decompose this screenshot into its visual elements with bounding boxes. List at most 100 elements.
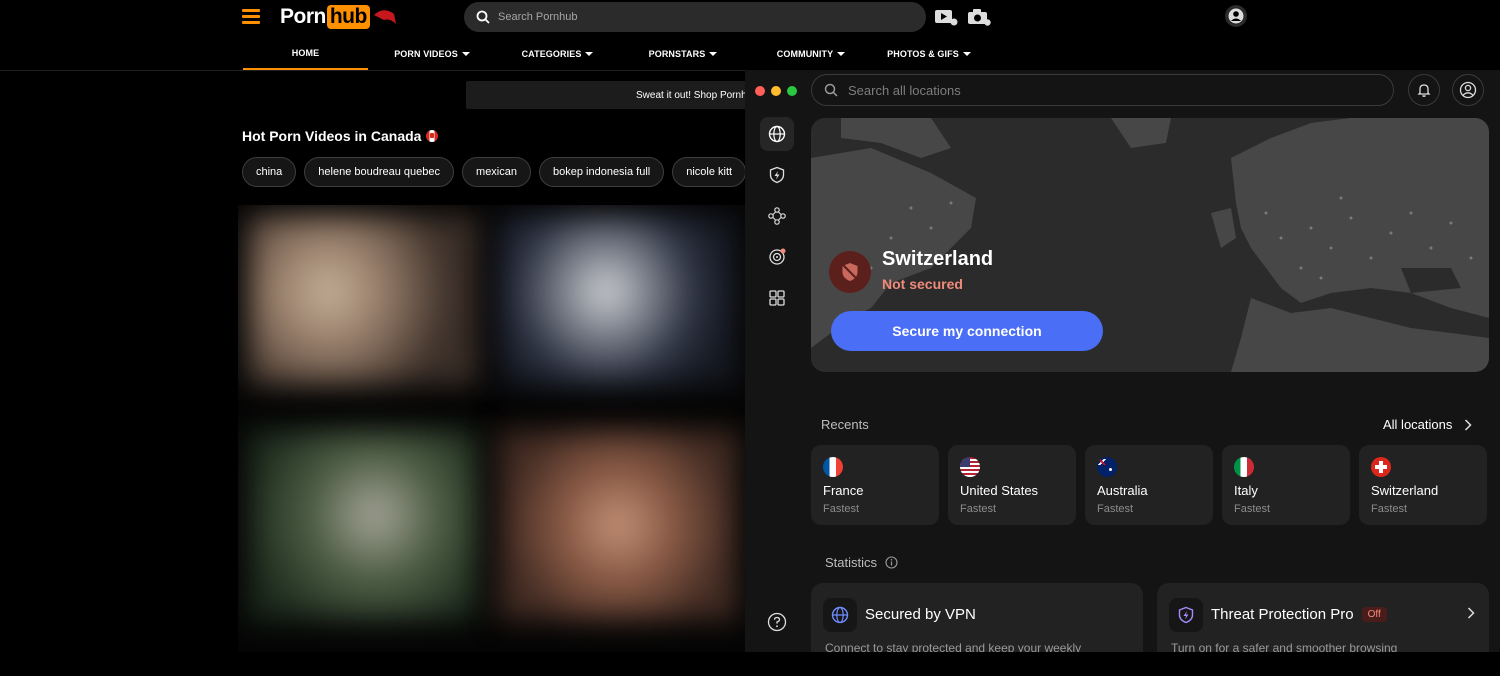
logo-mark-icon <box>373 10 396 24</box>
search-icon <box>824 83 838 97</box>
all-locations-link[interactable]: All locations <box>1383 417 1472 432</box>
recent-location-card[interactable]: France Fastest <box>811 445 939 525</box>
recent-location-name: France <box>823 483 864 498</box>
off-badge: Off <box>1361 607 1387 622</box>
recent-location-card[interactable]: United States Fastest <box>948 445 1076 525</box>
secure-connection-button[interactable]: Secure my connection <box>831 311 1103 351</box>
site-search-bar[interactable]: Search Pornhub <box>464 2 926 32</box>
chip[interactable]: nicole kitt <box>672 157 747 187</box>
video-thumbnail[interactable] <box>498 215 738 385</box>
camera-upload-icon[interactable] <box>967 7 991 27</box>
section-title: Hot Porn Videos in Canada <box>242 128 439 144</box>
recent-location-sub: Fastest <box>823 503 860 515</box>
caret-down-icon <box>962 52 971 56</box>
video-thumbnail[interactable] <box>248 430 478 620</box>
notifications-button[interactable] <box>1408 74 1440 106</box>
location-search-input[interactable] <box>846 81 1350 99</box>
nav-photos-gifs[interactable]: PHOTOS & GIFS <box>875 38 983 70</box>
chip[interactable]: helene boudreau quebec <box>304 157 455 187</box>
caret-down-icon <box>585 52 594 56</box>
statistics-heading: Statistics <box>825 555 898 570</box>
maximize-window-button[interactable] <box>787 86 797 96</box>
caret-down-icon <box>709 52 718 56</box>
logo-text: Porn <box>280 5 326 28</box>
info-icon[interactable] <box>885 556 898 569</box>
switzerland-flag-icon <box>1371 457 1391 477</box>
threat-shield-icon <box>1169 598 1203 632</box>
recent-location-sub: Fastest <box>1097 503 1134 515</box>
mesh-network-icon <box>768 207 786 225</box>
site-nav: HOME PORN VIDEOS CATEGORIES PORNSTARS CO… <box>243 38 983 70</box>
promo-text: Sweat it out! Shop Pornh <box>636 89 747 101</box>
nav-home[interactable]: HOME <box>243 38 368 70</box>
recent-location-name: Italy <box>1234 483 1258 498</box>
threat-protection-card[interactable]: Threat Protection Pro Off Turn on for a s… <box>1157 583 1489 652</box>
search-chips: china helene boudreau quebec mexican bok… <box>242 157 747 187</box>
nav-pornstars[interactable]: PORNSTARS <box>619 38 747 70</box>
sidebar-help[interactable] <box>760 605 794 639</box>
sidebar-meshnet[interactable] <box>760 199 794 233</box>
nav-label: HOME <box>291 48 320 58</box>
connection-status: Not secured <box>882 276 963 292</box>
nav-label: PORNSTARS <box>648 49 706 59</box>
vpn-sidebar <box>745 110 809 652</box>
location-search-field[interactable] <box>811 74 1394 106</box>
recent-location-name: Switzerland <box>1371 483 1439 498</box>
caret-down-icon <box>461 52 470 56</box>
chip[interactable]: china <box>242 157 297 187</box>
site-header: Porn hub Search Pornhub HOME PORN VIDEOS… <box>0 0 1500 71</box>
chip[interactable]: bokep indonesia full <box>539 157 665 187</box>
section-title-text: Hot Porn Videos in Canada <box>242 128 422 144</box>
recent-location-name: United States <box>960 483 1039 498</box>
account-button[interactable] <box>1452 74 1484 106</box>
chevron-right-icon[interactable] <box>1467 607 1475 619</box>
close-window-button[interactable] <box>755 86 765 96</box>
video-thumbnail[interactable] <box>498 430 738 620</box>
statistics-title: Statistics <box>825 555 878 570</box>
video-thumbnail-grid <box>238 205 746 652</box>
vpn-app-window: Switzerland Not secured Secure my connec… <box>745 70 1500 652</box>
sidebar-apps[interactable] <box>760 281 794 315</box>
hamburger-menu-icon[interactable] <box>242 9 260 24</box>
recent-location-card[interactable]: Italy Fastest <box>1222 445 1350 525</box>
minimize-window-button[interactable] <box>771 86 781 96</box>
nav-community[interactable]: COMMUNITY <box>747 38 875 70</box>
all-locations-label: All locations <box>1383 417 1453 432</box>
search-icon <box>476 10 490 24</box>
unsecured-status-icon <box>829 251 871 293</box>
nav-porn-videos[interactable]: PORN VIDEOS <box>368 38 496 70</box>
video-thumbnail[interactable] <box>248 215 478 385</box>
italy-flag-icon <box>1234 457 1254 477</box>
sidebar-dark-web-monitor[interactable] <box>760 240 794 274</box>
site-logo[interactable]: Porn hub <box>280 4 398 30</box>
stat-card-title: Threat Protection Pro <box>1211 606 1354 623</box>
recent-location-sub: Fastest <box>1234 503 1271 515</box>
logo-badge-text: hub <box>326 5 370 29</box>
australia-flag-icon <box>1097 457 1117 477</box>
video-upload-icon[interactable] <box>934 7 958 27</box>
stat-card-title-row: Threat Protection Pro Off <box>1211 606 1387 623</box>
shield-bolt-icon <box>769 166 785 184</box>
user-avatar-icon[interactable] <box>1225 5 1247 27</box>
recent-location-card[interactable]: Switzerland Fastest <box>1359 445 1487 525</box>
nav-label: COMMUNITY <box>776 49 834 59</box>
vpn-globe-icon <box>823 598 857 632</box>
recent-location-sub: Fastest <box>960 503 997 515</box>
stat-card-description: Connect to stay protected and keep your … <box>825 641 1082 652</box>
france-flag-icon <box>823 457 843 477</box>
stat-card-description: Turn on for a safer and smoother browsin… <box>1171 641 1398 652</box>
recents-heading: Recents <box>821 417 869 432</box>
nav-categories[interactable]: CATEGORIES <box>496 38 619 70</box>
help-icon <box>767 612 787 632</box>
nav-label: PORN VIDEOS <box>394 49 458 59</box>
promo-banner[interactable]: Sweat it out! Shop Pornh <box>466 81 766 109</box>
map-card: Switzerland Not secured Secure my connec… <box>811 118 1489 372</box>
sidebar-globe[interactable] <box>760 117 794 151</box>
secured-by-vpn-card[interactable]: Secured by VPN Connect to stay protected… <box>811 583 1143 652</box>
usa-flag-icon <box>960 457 980 477</box>
chip[interactable]: mexican <box>462 157 531 187</box>
nav-label: PHOTOS & GIFS <box>887 49 959 59</box>
recent-location-card[interactable]: Australia Fastest <box>1085 445 1213 525</box>
globe-icon <box>768 125 786 143</box>
sidebar-threat-protection[interactable] <box>760 158 794 192</box>
